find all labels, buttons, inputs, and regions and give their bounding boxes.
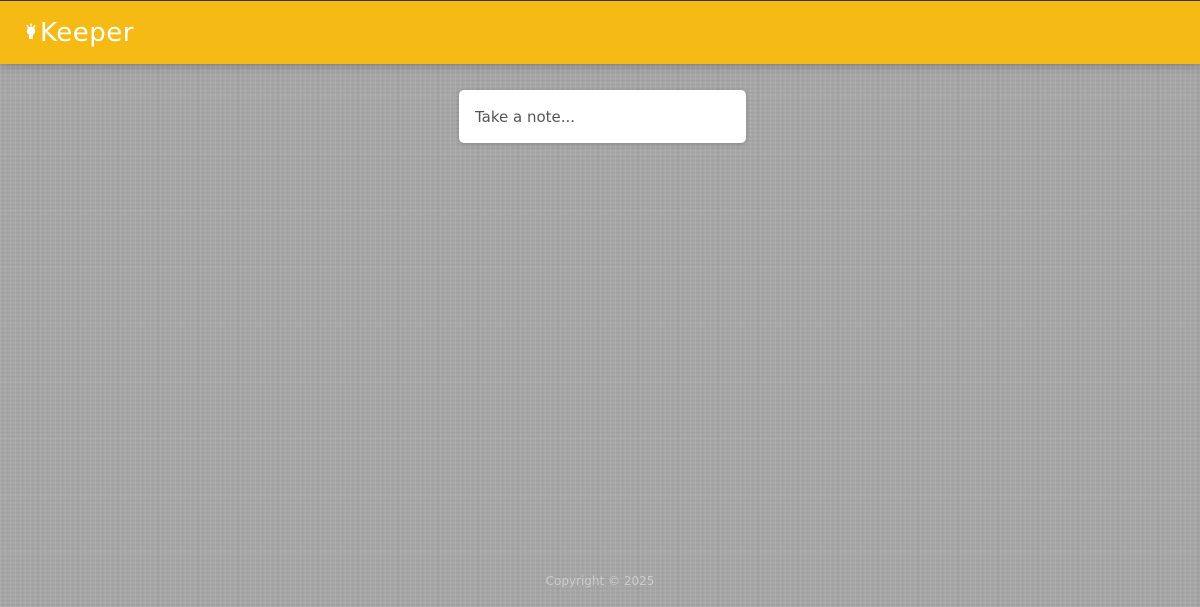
note-input[interactable] xyxy=(475,107,730,126)
lightbulb-icon xyxy=(24,22,38,42)
app-logo: Keeper xyxy=(24,18,134,48)
app-title: Keeper xyxy=(40,17,134,48)
copyright-text: Copyright © 2025 xyxy=(545,574,655,588)
page-footer: Copyright © 2025 xyxy=(0,574,1200,588)
create-note-area xyxy=(459,90,746,143)
app-header: Keeper xyxy=(0,0,1200,64)
